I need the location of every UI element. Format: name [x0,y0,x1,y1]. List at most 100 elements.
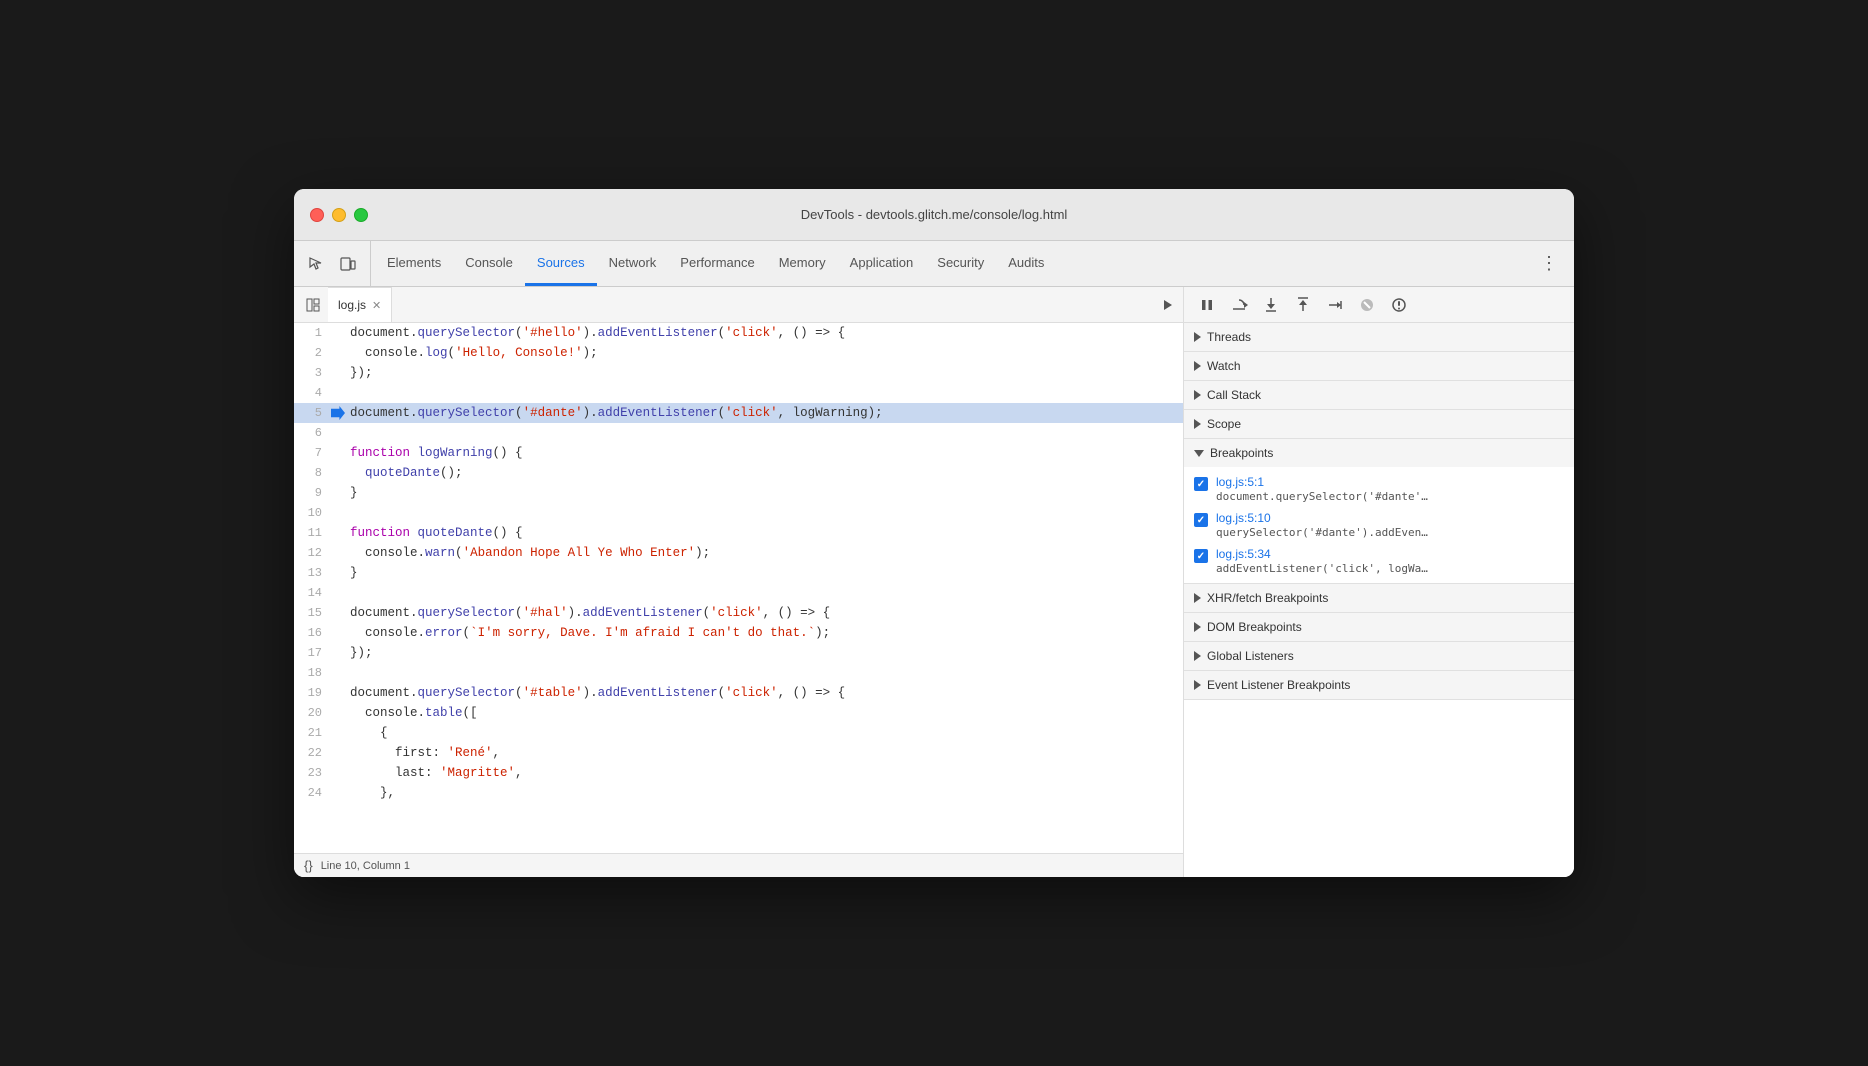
breakpoint-item-1: log.js:5:1 document.querySelector('#dant… [1184,471,1574,507]
file-tab-log-js[interactable]: log.js ✕ [328,287,392,322]
threads-label: Threads [1207,330,1251,344]
global-label: Global Listeners [1207,649,1294,663]
step-into-button[interactable] [1258,292,1284,318]
step-over-button[interactable] [1226,292,1252,318]
file-tab-name: log.js [338,298,366,312]
code-line-7: 7 function logWarning() { [294,443,1183,463]
breakpoints-triangle [1194,450,1204,457]
section-scope: Scope [1184,410,1574,439]
breakpoint-checkbox-3[interactable] [1194,549,1208,563]
tab-security[interactable]: Security [925,241,996,286]
breakpoint-item-2: log.js:5:10 querySelector('#dante').addE… [1184,507,1574,543]
window-title: DevTools - devtools.glitch.me/console/lo… [801,207,1068,222]
close-button[interactable] [310,208,324,222]
devtools-body: log.js ✕ 1 document.querySelector('#hell… [294,287,1574,877]
callstack-label: Call Stack [1207,388,1261,402]
debugger-sections: Threads Watch Call Stack [1184,323,1574,877]
editor-tabs: log.js ✕ [294,287,1183,323]
close-file-tab[interactable]: ✕ [372,299,381,312]
section-dom: DOM Breakpoints [1184,613,1574,642]
step-button[interactable] [1322,292,1348,318]
breakpoint-location-3[interactable]: log.js:5:34 [1216,547,1564,561]
scope-label: Scope [1207,417,1241,431]
tab-console[interactable]: Console [453,241,525,286]
code-line-10: 10 [294,503,1183,523]
section-xhr: XHR/fetch Breakpoints [1184,584,1574,613]
minimize-button[interactable] [332,208,346,222]
section-watch: Watch [1184,352,1574,381]
breakpoint-code-1: document.querySelector('#dante'… [1216,490,1564,503]
section-scope-header[interactable]: Scope [1184,410,1574,438]
titlebar: DevTools - devtools.glitch.me/console/lo… [294,189,1574,241]
step-out-button[interactable] [1290,292,1316,318]
section-global-header[interactable]: Global Listeners [1184,642,1574,670]
section-breakpoints-header[interactable]: Breakpoints [1184,439,1574,467]
more-tabs-button[interactable]: ⋮ [1532,241,1566,286]
breakpoint-checkbox-1[interactable] [1194,477,1208,491]
maximize-button[interactable] [354,208,368,222]
deactivate-breakpoints-button[interactable] [1354,292,1380,318]
file-tree-toggle[interactable] [298,287,328,322]
inspect-icon[interactable] [302,250,330,278]
tabbar-controls [302,241,371,286]
breakpoint-location-1[interactable]: log.js:5:1 [1216,475,1564,489]
breakpoints-label: Breakpoints [1210,446,1273,460]
dom-label: DOM Breakpoints [1207,620,1302,634]
breakpoint-code-3: addEventListener('click', logWa… [1216,562,1564,575]
code-line-19: 19 document.querySelector('#table').addE… [294,683,1183,703]
run-snippet-button[interactable] [1153,287,1183,322]
code-line-9: 9 } [294,483,1183,503]
section-xhr-header[interactable]: XHR/fetch Breakpoints [1184,584,1574,612]
format-icon[interactable]: {} [304,858,313,873]
code-line-5: 5 document.querySelector('#dante').addEv… [294,403,1183,423]
debugger-toolbar [1184,287,1574,323]
watch-triangle [1194,361,1201,371]
event-triangle [1194,680,1201,690]
code-line-18: 18 [294,663,1183,683]
code-line-23: 23 last: 'Magritte', [294,763,1183,783]
section-watch-header[interactable]: Watch [1184,352,1574,380]
status-bar: {} Line 10, Column 1 [294,853,1183,877]
devtools-tabbar: Elements Console Sources Network Perform… [294,241,1574,287]
xhr-label: XHR/fetch Breakpoints [1207,591,1328,605]
pause-on-exceptions-button[interactable] [1386,292,1412,318]
section-callstack: Call Stack [1184,381,1574,410]
scope-triangle [1194,419,1201,429]
devtools-window: DevTools - devtools.glitch.me/console/lo… [294,189,1574,877]
editor-panel: log.js ✕ 1 document.querySelector('#hell… [294,287,1184,877]
tab-memory[interactable]: Memory [767,241,838,286]
event-label: Event Listener Breakpoints [1207,678,1350,692]
breakpoint-location-2[interactable]: log.js:5:10 [1216,511,1564,525]
global-triangle [1194,651,1201,661]
code-line-8: 8 quoteDante(); [294,463,1183,483]
section-dom-header[interactable]: DOM Breakpoints [1184,613,1574,641]
section-event: Event Listener Breakpoints [1184,671,1574,700]
watch-label: Watch [1207,359,1241,373]
section-callstack-header[interactable]: Call Stack [1184,381,1574,409]
tab-performance[interactable]: Performance [668,241,766,286]
code-line-3: 3 }); [294,363,1183,383]
code-line-21: 21 { [294,723,1183,743]
tab-network[interactable]: Network [597,241,669,286]
section-breakpoints: Breakpoints log.js:5:1 document.querySel… [1184,439,1574,584]
code-line-14: 14 [294,583,1183,603]
device-icon[interactable] [334,250,362,278]
code-line-12: 12 console.warn('Abandon Hope All Ye Who… [294,543,1183,563]
tab-elements[interactable]: Elements [375,241,453,286]
code-editor[interactable]: 1 document.querySelector('#hello').addEv… [294,323,1183,853]
code-line-16: 16 console.error(`I'm sorry, Dave. I'm a… [294,623,1183,643]
code-line-13: 13 } [294,563,1183,583]
section-threads-header[interactable]: Threads [1184,323,1574,351]
code-line-22: 22 first: 'René', [294,743,1183,763]
breakpoints-list: log.js:5:1 document.querySelector('#dant… [1184,467,1574,583]
tab-audits[interactable]: Audits [996,241,1056,286]
pause-button[interactable] [1194,292,1220,318]
tab-sources[interactable]: Sources [525,241,597,286]
threads-triangle [1194,332,1201,342]
breakpoint-checkbox-2[interactable] [1194,513,1208,527]
section-event-header[interactable]: Event Listener Breakpoints [1184,671,1574,699]
tab-application[interactable]: Application [838,241,926,286]
traffic-lights [310,208,368,222]
section-global: Global Listeners [1184,642,1574,671]
code-line-4: 4 [294,383,1183,403]
